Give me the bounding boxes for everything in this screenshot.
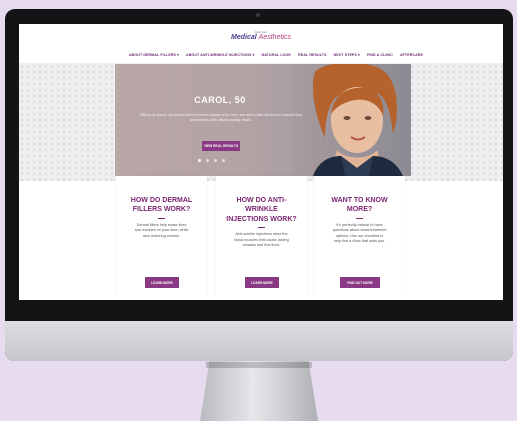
card-divider — [158, 217, 165, 219]
view-real-results-button[interactable]: VIEW REAL RESULTS — [202, 141, 240, 151]
nav-item-anti-wrinkle[interactable]: ABOUT ANTI-WRINKLE INJECTIONS ▾ — [186, 53, 254, 57]
carousel-dot-3[interactable] — [214, 159, 217, 162]
camera-dot — [256, 13, 260, 17]
card-want-to-know-more: WANT TO KNOW MORE? It's perfectly natura… — [314, 176, 405, 300]
monitor-stand-shadow — [206, 362, 312, 368]
card-divider — [258, 227, 265, 229]
learn-more-button[interactable]: LEARN MORE — [145, 277, 179, 288]
card-title: HOW DO ANTI-WRINKLE INJECTIONS WORK? — [226, 197, 297, 223]
card-text: Anti-wrinkle injections relax the facial… — [234, 232, 289, 248]
website-screen: Allergan Medical Aesthetics ABOUT DERMAL… — [19, 24, 503, 300]
monitor-stand — [200, 361, 318, 421]
monitor-chin — [5, 321, 513, 361]
nav-item-dermal-fillers[interactable]: ABOUT DERMAL FILLERS ▾ — [129, 53, 179, 57]
card-anti-wrinkle: HOW DO ANTI-WRINKLE INJECTIONS WORK? Ant… — [216, 176, 307, 300]
logo-main-text: Medical Aesthetics — [19, 34, 503, 41]
carousel-dot-2[interactable] — [206, 159, 209, 162]
nav-item-next-steps[interactable]: NEXT STEPS ▾ — [334, 53, 360, 57]
learn-more-button[interactable]: LEARN MORE — [245, 277, 279, 288]
carousel-dots — [198, 159, 225, 162]
card-title: HOW DO DERMAL FILLERS WORK? — [130, 197, 193, 214]
nav-item-real-results[interactable]: REAL RESULTS — [298, 53, 326, 57]
find-out-more-button[interactable]: FIND OUT MORE — [340, 277, 380, 288]
nav-item-aftercare[interactable]: AFTERCARE — [400, 53, 423, 57]
nav-item-find-clinic[interactable]: FIND A CLINIC — [367, 53, 393, 57]
card-divider — [356, 217, 363, 219]
hero-description: Millions of women use dermal fillers to … — [140, 113, 302, 122]
card-dermal-fillers: HOW DO DERMAL FILLERS WORK? Dermal fille… — [116, 176, 207, 300]
main-nav: ABOUT DERMAL FILLERS ▾ ABOUT ANTI-WRINKL… — [19, 53, 503, 57]
brand-logo[interactable]: Allergan Medical Aesthetics — [19, 31, 503, 42]
carousel-dot-4[interactable] — [222, 159, 225, 162]
hero-title: CAROL, 50 — [194, 95, 246, 105]
logo-main-word: Medical — [231, 34, 257, 41]
card-title: WANT TO KNOW MORE? — [331, 197, 388, 214]
nav-item-natural-look[interactable]: NATURAL LOOK — [262, 53, 292, 57]
hero-slide: CAROL, 50 Millions of women use dermal f… — [115, 64, 411, 176]
imac-monitor: Allergan Medical Aesthetics ABOUT DERMAL… — [5, 9, 513, 361]
card-text: Dermal fillers help erase lines and wrin… — [134, 222, 189, 238]
hero-portrait-image — [295, 64, 411, 176]
logo-accent-word: Aesthetics — [258, 34, 291, 41]
card-text: It's perfectly natural to have questions… — [332, 222, 387, 244]
carousel-dot-1[interactable] — [198, 159, 201, 162]
